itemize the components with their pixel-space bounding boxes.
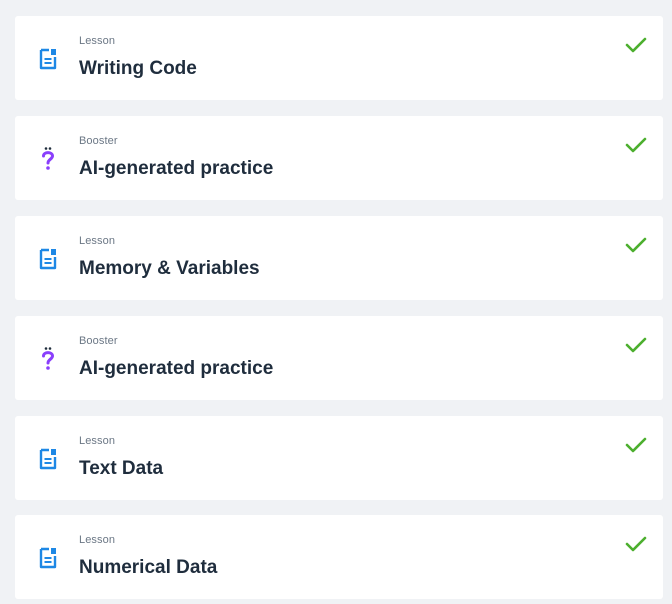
question-mark-icon (37, 346, 59, 372)
list-item-memory-variables[interactable]: Lesson Memory & Variables (15, 216, 663, 300)
document-icon (37, 446, 59, 472)
item-kind-label: Booster (79, 335, 118, 347)
document-icon (37, 46, 59, 72)
item-kind-label: Lesson (79, 534, 116, 546)
list-item-ai-generated-practice[interactable]: Booster AI-generated practice (15, 116, 663, 200)
item-title[interactable]: Text Data (79, 458, 163, 480)
list-item-writing-code[interactable]: Lesson Writing Code (15, 16, 663, 100)
checkmark-icon (625, 336, 647, 354)
list-item-ai-generated-practice[interactable]: Booster AI-generated practice (15, 316, 663, 400)
checkmark-icon (625, 36, 647, 54)
item-title[interactable]: AI-generated practice (79, 358, 273, 380)
list-item-numerical-data[interactable]: Lesson Numerical Data (15, 515, 663, 599)
checkmark-icon (625, 136, 647, 154)
document-icon (37, 246, 59, 272)
item-title[interactable]: AI-generated practice (79, 158, 273, 180)
lesson-list: Lesson Writing Code Booster AI-generated… (0, 0, 672, 604)
item-title[interactable]: Writing Code (79, 58, 197, 80)
checkmark-icon (625, 436, 647, 454)
item-title[interactable]: Numerical Data (79, 557, 217, 579)
list-item-text-data[interactable]: Lesson Text Data (15, 416, 663, 500)
item-kind-label: Lesson (79, 235, 116, 247)
question-mark-icon (37, 146, 59, 172)
checkmark-icon (625, 535, 647, 553)
document-icon (37, 545, 59, 571)
checkmark-icon (625, 236, 647, 254)
item-kind-label: Lesson (79, 35, 116, 47)
item-kind-label: Booster (79, 135, 118, 147)
item-kind-label: Lesson (79, 435, 116, 447)
item-title[interactable]: Memory & Variables (79, 258, 260, 280)
